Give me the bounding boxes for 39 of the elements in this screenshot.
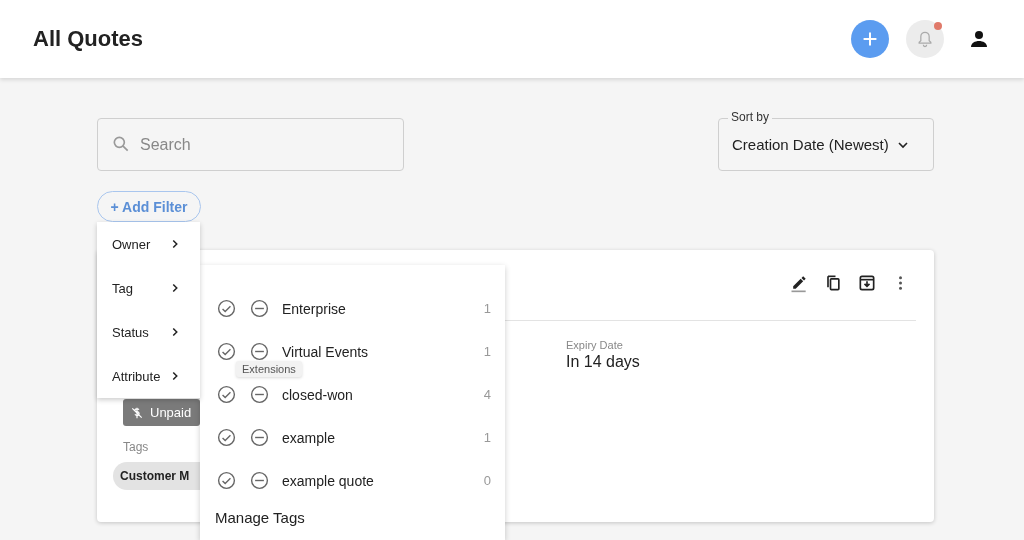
tag-name[interactable]: closed-won — [282, 386, 484, 403]
page-title: All Quotes — [33, 26, 143, 52]
field-label: Expiry Date — [566, 339, 624, 351]
tag-count: 4 — [483, 387, 491, 402]
minus-circle-icon[interactable] — [249, 470, 270, 491]
tag-count: 1 — [483, 430, 491, 445]
manage-tags-link[interactable]: Manage Tags — [200, 502, 305, 526]
search-icon — [111, 134, 131, 154]
menu-item[interactable]: Tag — [97, 266, 200, 310]
badge-text: Unpaid — [150, 405, 192, 420]
sort-label: Sort by — [728, 110, 772, 124]
tag-count: 0 — [483, 473, 491, 488]
menu-item[interactable]: Attribute — [97, 354, 200, 398]
tag-name[interactable]: Enterprise — [282, 300, 484, 317]
tag-count: 1 — [483, 301, 491, 316]
search-field[interactable]: Search — [97, 118, 404, 171]
menu-item[interactable]: Status — [97, 310, 200, 354]
tag-count: 1 — [483, 344, 491, 359]
tag-name[interactable]: example quote — [282, 472, 484, 489]
archive-icon[interactable] — [857, 273, 877, 293]
minus-circle-icon[interactable] — [249, 341, 270, 362]
check-circle-icon[interactable] — [216, 427, 237, 448]
tag-name[interactable]: Virtual Events — [282, 343, 484, 360]
menu-item[interactable]: Owner — [97, 222, 200, 266]
field-value: In 14 days — [566, 353, 641, 371]
notifications-button[interactable] — [906, 20, 944, 58]
sort-value: Creation Date (Newest) — [732, 136, 889, 153]
check-circle-icon[interactable] — [216, 341, 237, 362]
minus-circle-icon[interactable] — [249, 384, 270, 405]
check-circle-icon[interactable] — [216, 298, 237, 319]
minus-circle-icon[interactable] — [249, 298, 270, 319]
minus-circle-icon[interactable] — [249, 427, 270, 448]
add-button[interactable] — [851, 20, 889, 58]
field-label: Tags — [123, 440, 150, 454]
tag-name[interactable]: example — [282, 429, 484, 446]
check-circle-icon[interactable] — [216, 384, 237, 405]
tooltip: Extensions — [236, 361, 302, 377]
more-icon[interactable] — [897, 274, 904, 292]
check-circle-icon[interactable] — [216, 470, 237, 491]
